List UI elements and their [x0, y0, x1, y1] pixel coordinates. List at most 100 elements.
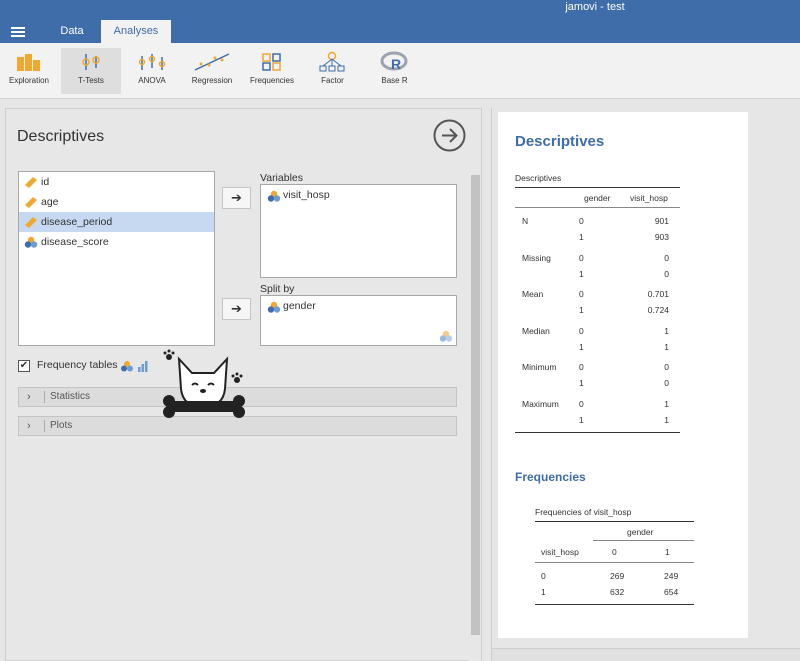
results-sheet: Descriptives Descriptives gender visit_h…	[498, 112, 748, 638]
group-header-gender: gender	[627, 527, 654, 537]
chevron-right-icon: ›	[27, 420, 31, 432]
col-header-gender: gender	[584, 193, 611, 203]
stat-label: Missing	[522, 252, 551, 263]
group-value: 0	[579, 216, 584, 226]
stat-value: 903	[654, 232, 669, 242]
ruler-icon	[25, 197, 37, 208]
nominal-icon	[24, 236, 38, 248]
factor-icon	[319, 51, 345, 72]
title-bar: jamovi - test Data Analyses	[0, 0, 800, 43]
nominal-icon	[267, 190, 281, 202]
regression-button[interactable]: Regression	[187, 48, 237, 94]
variable-name: id	[41, 176, 50, 188]
freq-cell: 654	[664, 587, 679, 597]
descriptives-table-title: Descriptives	[515, 173, 562, 183]
variable-types-icon	[121, 361, 148, 372]
freq-cell: 249	[664, 571, 679, 581]
stat-value: 0.701	[647, 289, 669, 299]
freq-row-label: 1	[541, 587, 546, 597]
group-value: 1	[579, 378, 584, 388]
freq-cell: 632	[610, 587, 625, 597]
menu-icon[interactable]	[11, 27, 25, 37]
move-to-splitby-button[interactable]: ➔	[222, 298, 251, 320]
group-value: 0	[579, 398, 584, 409]
splitby-target-box[interactable]: gender	[260, 295, 457, 346]
svg-text:R: R	[391, 56, 401, 72]
ruler-icon	[25, 217, 37, 228]
stat-label: Minimum	[522, 362, 557, 372]
stat-label: N	[522, 216, 529, 226]
list-item[interactable]: age	[19, 192, 214, 212]
stat-value: 0	[664, 378, 669, 388]
frequencies-label: Frequencies	[249, 76, 295, 85]
base-r-button[interactable]: R Base R	[372, 48, 417, 94]
list-item[interactable]: visit_hosp	[267, 189, 330, 202]
exploration-button[interactable]: Exploration	[4, 48, 54, 94]
move-to-variables-button[interactable]: ➔	[222, 187, 251, 209]
stat-label: Mean	[522, 289, 544, 299]
list-item[interactable]: disease_period	[19, 212, 214, 232]
exploration-label: Exploration	[8, 76, 50, 85]
list-item[interactable]: disease_score	[19, 232, 214, 252]
freq-cell: 269	[610, 571, 625, 581]
col-header-visit-hosp: visit_hosp	[630, 193, 668, 203]
anova-icon	[138, 54, 166, 70]
row-header-visit-hosp: visit_hosp	[541, 547, 579, 557]
variable-name: gender	[283, 300, 316, 312]
stat-value: 1	[664, 341, 669, 352]
frequency-tables-checkbox[interactable]: ✔	[18, 360, 30, 372]
stat-value: 1	[664, 325, 669, 336]
stat-value: 0.724	[647, 305, 669, 315]
variable-name: visit_hosp	[283, 189, 330, 201]
results-horizontal-scrollbar[interactable]	[492, 648, 800, 661]
analyses-ribbon: Exploration T-Tests ANOVA Regression Fre…	[0, 43, 800, 99]
stat-label: Median	[522, 325, 550, 336]
tab-data[interactable]: Data	[52, 20, 92, 43]
regression-label: Regression	[191, 76, 233, 85]
scroll-thumb[interactable]	[471, 175, 480, 635]
splitby-label: Split by	[260, 283, 295, 295]
anova-label: ANOVA	[138, 76, 166, 85]
group-value: 0	[579, 325, 584, 336]
col-header-1: 1	[665, 547, 670, 557]
stat-value: 901	[654, 216, 669, 226]
group-value: 0	[579, 362, 584, 372]
options-scrollbar[interactable]	[469, 161, 481, 661]
list-item[interactable]: id	[19, 172, 214, 192]
window-title: jamovi - test	[565, 1, 625, 13]
tab-analyses[interactable]: Analyses	[101, 20, 171, 43]
available-variables-list[interactable]: id age disease_period disease_score	[18, 171, 215, 346]
factor-label: Factor	[321, 76, 344, 85]
arrow-right-circle-icon[interactable]	[433, 119, 466, 152]
results-title: Descriptives	[515, 133, 605, 150]
frequencies-button[interactable]: Frequencies	[247, 48, 297, 94]
nominal-icon	[267, 301, 281, 313]
chevron-right-icon: ›	[27, 391, 31, 403]
variables-label: Variables	[260, 172, 303, 184]
list-item[interactable]: gender	[267, 300, 316, 313]
section-label: Plots	[50, 420, 73, 431]
factor-button[interactable]: Factor	[310, 48, 355, 94]
ttests-button[interactable]: T-Tests	[61, 48, 121, 94]
group-value: 0	[579, 289, 584, 299]
stat-value: 1	[664, 398, 669, 409]
stat-value: 0	[664, 362, 669, 372]
base-r-label: Base R	[381, 76, 408, 85]
anova-button[interactable]: ANOVA	[127, 48, 177, 94]
frequencies-heading: Frequencies	[515, 470, 586, 484]
variable-name: disease_score	[41, 236, 109, 248]
frequency-tables-label: Frequency tables	[37, 359, 118, 371]
variable-name: disease_period	[41, 216, 113, 228]
group-value: 1	[579, 305, 584, 315]
group-value: 1	[579, 414, 584, 425]
variables-target-box[interactable]: visit_hosp	[260, 184, 457, 278]
stat-label: Maximum	[522, 398, 559, 409]
regression-icon	[194, 53, 230, 71]
section-label: Statistics	[50, 391, 91, 402]
stat-value: 1	[664, 414, 669, 425]
frequencies-icon	[262, 53, 281, 71]
group-value: 1	[579, 341, 584, 352]
nominal-type-icon	[439, 330, 453, 342]
stat-value: 0	[664, 252, 669, 263]
col-header-0: 0	[612, 547, 617, 557]
